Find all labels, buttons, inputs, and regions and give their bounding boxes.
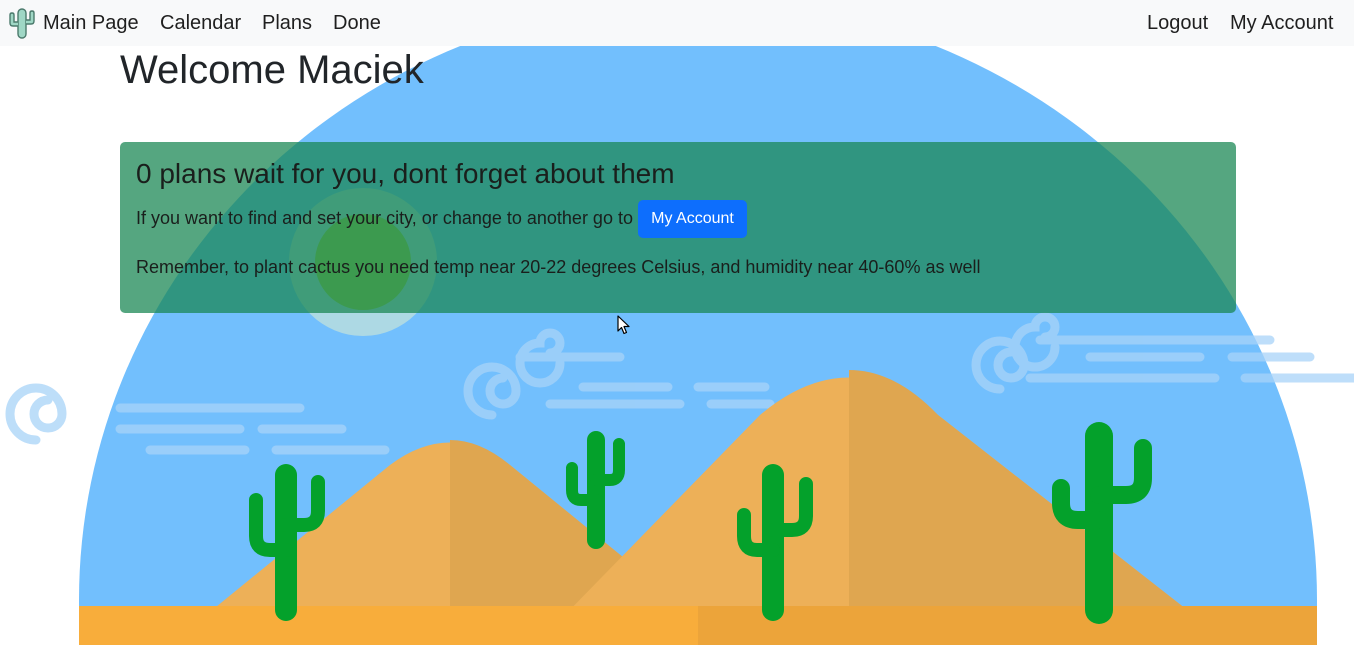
nav-main-page[interactable]: Main Page: [43, 11, 139, 35]
sand-ground: [79, 606, 698, 645]
alert-cactus-tip: Remember, to plant cactus you need temp …: [136, 257, 981, 277]
alert-heading: 0 plans wait for you, dont forget about …: [136, 158, 675, 189]
mouse-cursor-icon: [617, 315, 630, 335]
nav-logout[interactable]: Logout: [1147, 11, 1208, 35]
alert-city-text: If you want to find and set your city, o…: [136, 208, 633, 228]
desert-illustration: [5, 0, 1354, 645]
page-title: Welcome Maciek: [120, 48, 424, 92]
nav-done[interactable]: Done: [333, 11, 381, 35]
top-navbar: Main Page Calendar Plans Done Logout My …: [0, 0, 1354, 46]
my-account-button[interactable]: My Account: [638, 200, 747, 238]
nav-my-account[interactable]: My Account: [1230, 11, 1333, 35]
nav-plans[interactable]: Plans: [262, 11, 312, 35]
cactus-icon[interactable]: [7, 6, 37, 40]
nav-calendar[interactable]: Calendar: [160, 11, 241, 35]
plans-alert: 0 plans wait for you, dont forget about …: [120, 142, 1236, 313]
